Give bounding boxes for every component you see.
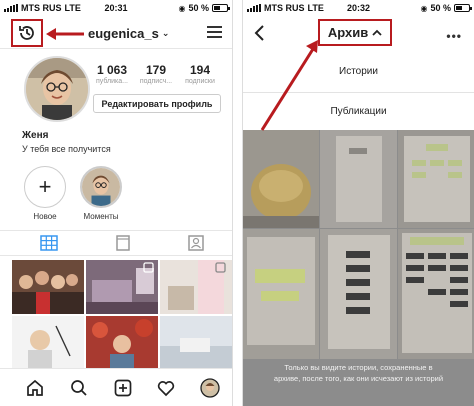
story-thumbnail[interactable] bbox=[398, 229, 474, 359]
story-thumbnail[interactable] bbox=[243, 229, 319, 359]
archive-info-line-2: архиве, после того, как они исчезают из … bbox=[273, 374, 444, 383]
back-arrow-icon[interactable] bbox=[251, 23, 269, 43]
grid-view-tab[interactable] bbox=[40, 235, 58, 251]
battery-info: ◉ 50 % bbox=[178, 3, 230, 13]
divider bbox=[243, 92, 474, 93]
battery-icon bbox=[212, 4, 230, 12]
post-thumbnail[interactable] bbox=[86, 316, 158, 370]
more-options-icon[interactable]: ••• bbox=[446, 29, 462, 43]
battery-icon bbox=[454, 4, 472, 12]
new-post-icon[interactable] bbox=[112, 377, 134, 399]
edit-profile-button[interactable]: Редактировать профиль bbox=[93, 94, 221, 113]
highlight-moments[interactable]: Моменты bbox=[77, 166, 125, 221]
following-label: подписки bbox=[185, 78, 215, 85]
profile-header: eugenica_s ⌄ bbox=[0, 17, 232, 49]
hamburger-menu-icon[interactable] bbox=[207, 26, 222, 38]
tagged-person-icon bbox=[188, 235, 204, 251]
story-thumbnail[interactable] bbox=[398, 130, 474, 228]
battery-percent: 50 % bbox=[430, 3, 451, 13]
orientation-lock-icon: ◉ bbox=[178, 3, 186, 13]
following-stat[interactable]: 194 подписки bbox=[178, 63, 222, 85]
following-count: 194 bbox=[189, 63, 211, 77]
battery-info: ◉ 50 % bbox=[420, 3, 472, 13]
posts-grid bbox=[12, 260, 232, 370]
archive-info-line-1: Только вы видите истории, сохраненные в bbox=[284, 363, 433, 372]
battery-percent: 50 % bbox=[188, 3, 209, 13]
posts-stat[interactable]: 1 063 публика... bbox=[90, 63, 134, 85]
chevron-up-icon bbox=[372, 29, 382, 36]
username-switcher[interactable]: eugenica_s ⌄ bbox=[88, 26, 169, 41]
profile-avatar-icon[interactable] bbox=[199, 377, 221, 399]
profile-name: Женя bbox=[22, 130, 49, 141]
orientation-lock-icon: ◉ bbox=[420, 3, 428, 13]
home-icon[interactable] bbox=[24, 377, 46, 399]
story-thumbnail[interactable] bbox=[320, 229, 397, 359]
heart-icon[interactable] bbox=[155, 377, 177, 399]
tagged-tab[interactable] bbox=[187, 235, 205, 251]
profile-screen: MTS RUS LTE 20:31 ◉ 50 % eugenica_s ⌄ 1 … bbox=[0, 0, 233, 406]
post-thumbnail[interactable] bbox=[160, 316, 232, 370]
followers-stat[interactable]: 179 подписч... bbox=[134, 63, 178, 85]
archive-info-note: Только вы видите истории, сохраненные в … bbox=[243, 362, 474, 384]
archive-title: Архив bbox=[327, 25, 369, 40]
highlight-moments-cover bbox=[80, 166, 122, 208]
feed-view-tab[interactable] bbox=[114, 235, 132, 251]
profile-avatar[interactable] bbox=[24, 56, 90, 122]
archive-screen: MTS RUS LTE 20:32 ◉ 50 % Архив ••• Истор… bbox=[242, 0, 474, 406]
archive-type-dropdown[interactable]: Архив bbox=[318, 19, 392, 46]
bottom-navigation bbox=[0, 368, 232, 406]
search-icon[interactable] bbox=[68, 377, 90, 399]
add-highlight-circle: + bbox=[24, 166, 66, 208]
status-bar: MTS RUS LTE 20:31 ◉ 50 % bbox=[0, 0, 232, 16]
archive-history-icon[interactable] bbox=[11, 19, 43, 47]
highlight-new[interactable]: + Новое bbox=[21, 166, 69, 221]
story-thumbnail[interactable] bbox=[243, 130, 319, 228]
post-thumbnail[interactable] bbox=[12, 260, 84, 314]
feed-icon bbox=[116, 235, 130, 251]
posts-count: 1 063 bbox=[96, 63, 128, 77]
posts-label: публика... bbox=[95, 78, 128, 85]
post-thumbnail[interactable] bbox=[86, 260, 158, 314]
followers-label: подписч... bbox=[139, 78, 173, 85]
highlight-moments-label: Моменты bbox=[83, 212, 119, 221]
option-stories[interactable]: Истории bbox=[243, 66, 474, 77]
username-label: eugenica_s bbox=[88, 26, 159, 41]
post-thumbnail[interactable] bbox=[12, 316, 84, 370]
status-bar: MTS RUS LTE 20:32 ◉ 50 % bbox=[243, 0, 474, 16]
highlight-new-label: Новое bbox=[33, 212, 57, 221]
grid-icon bbox=[40, 235, 58, 251]
archive-header: Архив ••• bbox=[243, 17, 474, 51]
plus-icon: + bbox=[38, 174, 52, 199]
profile-bio: У тебя все получится bbox=[22, 144, 111, 154]
chevron-down-icon: ⌄ bbox=[161, 28, 170, 38]
post-thumbnail[interactable] bbox=[160, 260, 232, 314]
story-thumbnail[interactable] bbox=[320, 130, 397, 228]
profile-tabs bbox=[0, 230, 232, 256]
option-posts[interactable]: Публикации bbox=[243, 106, 474, 117]
followers-count: 179 bbox=[145, 63, 167, 77]
